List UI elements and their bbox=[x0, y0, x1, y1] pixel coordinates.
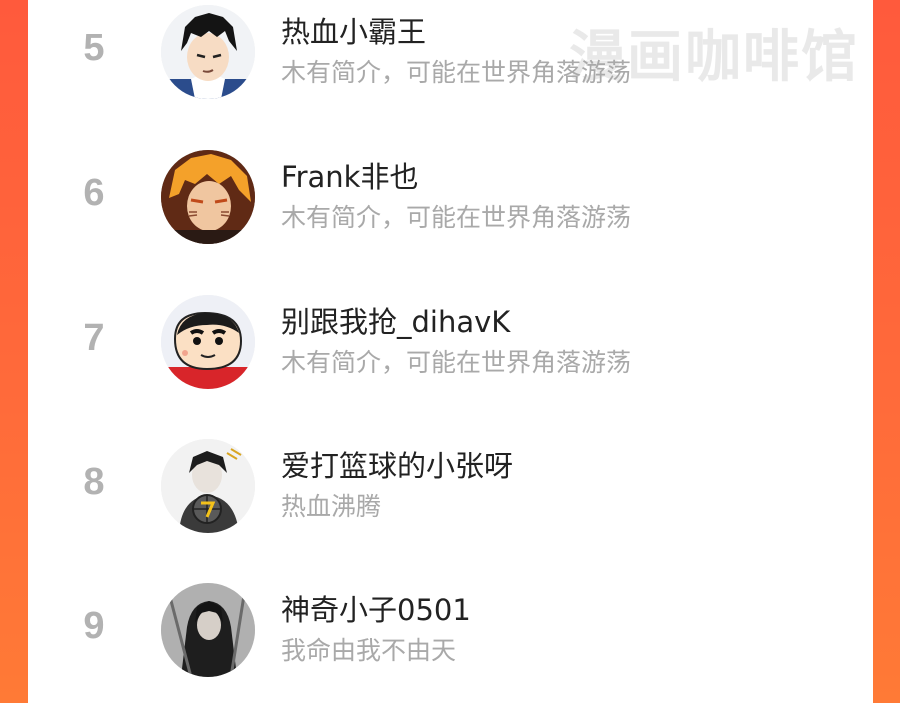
rank-number: 5 bbox=[83, 27, 105, 69]
user-bio: 木有简介，可能在世界角落游荡 bbox=[281, 58, 632, 87]
avatar[interactable] bbox=[161, 150, 255, 244]
username[interactable]: 爱打篮球的小张呀 bbox=[281, 443, 513, 485]
avatar[interactable] bbox=[161, 5, 255, 99]
leaderboard-row[interactable]: 6 Frank非也 木有简介，可能在世界角落游荡 bbox=[28, 142, 873, 244]
user-bio: 木有简介，可能在世界角落游荡 bbox=[281, 348, 632, 377]
avatar[interactable] bbox=[161, 583, 255, 677]
username[interactable]: 神奇小子0501 bbox=[281, 587, 471, 629]
rank-number: 7 bbox=[83, 317, 105, 359]
rank-number: 6 bbox=[83, 172, 105, 214]
rank-number: 9 bbox=[83, 605, 105, 647]
avatar[interactable] bbox=[161, 439, 255, 533]
avatar[interactable] bbox=[161, 295, 255, 389]
anime-boy-avatar-icon bbox=[161, 5, 255, 99]
leaderboard-row[interactable]: 7 别跟我抢_dihavK 木有简介，可能在世界角落游荡 bbox=[28, 287, 873, 389]
leaderboard-card: 漫画咖啡馆 5 热血小霸王 木有简介，可能在世界角落游荡 6 Frank非也 木… bbox=[28, 0, 873, 703]
crayon-shinchan-avatar-icon bbox=[161, 295, 255, 389]
basketball-sketch-avatar-icon bbox=[161, 439, 255, 533]
user-bio: 热血沸腾 bbox=[281, 492, 382, 521]
user-bio: 木有简介，可能在世界角落游荡 bbox=[281, 203, 632, 232]
leaderboard-row[interactable]: 8 爱打篮球的小张呀 热血沸腾 bbox=[28, 431, 873, 533]
username[interactable]: 热血小霸王 bbox=[281, 9, 426, 51]
dark-portrait-avatar-icon bbox=[161, 583, 255, 677]
username[interactable]: 别跟我抢_dihavK bbox=[281, 299, 510, 341]
username[interactable]: Frank非也 bbox=[281, 154, 418, 196]
orange-hair-anime-avatar-icon bbox=[161, 150, 255, 244]
leaderboard-row[interactable]: 5 热血小霸王 木有简介，可能在世界角落游荡 bbox=[28, 0, 873, 99]
leaderboard-row[interactable]: 9 神奇小子0501 我命由我不由天 bbox=[28, 575, 873, 677]
rank-number: 8 bbox=[83, 461, 105, 503]
user-bio: 我命由我不由天 bbox=[281, 636, 457, 665]
